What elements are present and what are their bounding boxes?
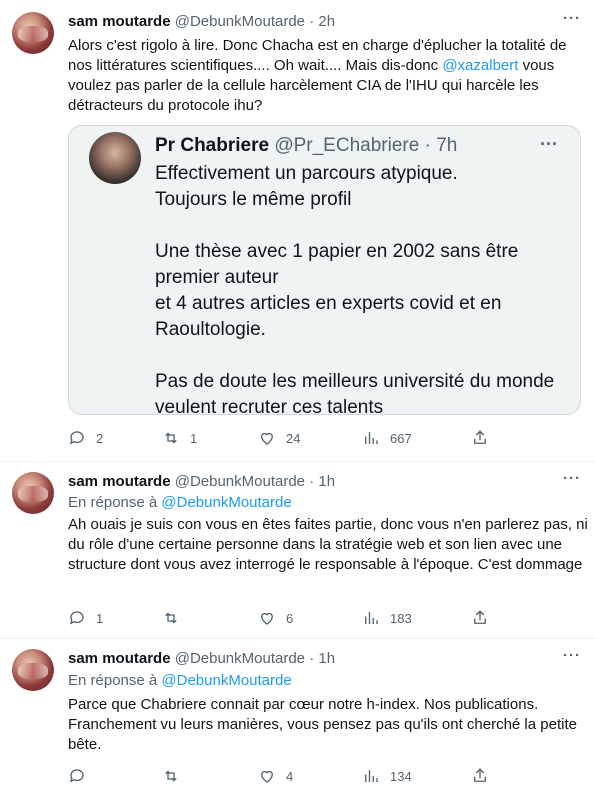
author-name[interactable]: sam moutarde xyxy=(68,13,171,30)
like-button[interactable]: 6 xyxy=(258,608,293,628)
separator-dot: · xyxy=(309,13,315,30)
quoted-line xyxy=(155,213,575,239)
like-button[interactable]: 24 xyxy=(258,428,300,448)
retweet-button[interactable]: 1 xyxy=(162,428,197,448)
more-options-icon[interactable]: ··· xyxy=(563,10,581,27)
reply-prefix: En réponse à xyxy=(68,672,158,689)
author-name[interactable]: sam moutarde xyxy=(68,473,171,490)
share-icon xyxy=(474,610,486,624)
share-icon xyxy=(474,430,486,444)
reply-context: En réponse à @DebunkMoutarde xyxy=(68,671,292,691)
reply-to-link[interactable]: @DebunkMoutarde xyxy=(161,672,291,689)
views-icon xyxy=(365,770,378,782)
separator-dot: · xyxy=(424,135,431,156)
separator-dot: · xyxy=(309,473,315,490)
views-icon xyxy=(365,432,378,444)
retweet-button[interactable] xyxy=(162,608,190,628)
timestamp[interactable]: 1h xyxy=(318,650,335,667)
quoted-line: Toujours le même profil xyxy=(155,189,352,210)
reply-button[interactable]: 1 xyxy=(68,608,103,628)
reply-button[interactable] xyxy=(68,766,96,786)
reply-icon xyxy=(69,769,84,783)
author-handle[interactable]: @DebunkMoutarde xyxy=(175,13,305,30)
quoted-line: et 4 autres articles en experts covid et… xyxy=(155,293,502,340)
share-button[interactable] xyxy=(471,608,489,628)
tweet-3[interactable]: sam moutarde @DebunkMoutarde · 1h ··· En… xyxy=(0,639,595,798)
quoted-line: Une thèse avec 1 papier en 2002 sans êtr… xyxy=(155,241,519,288)
quoted-author-handle[interactable]: @Pr_EChabriere xyxy=(274,135,419,156)
tweet-header: sam moutarde @DebunkMoutarde · 1h xyxy=(68,649,335,669)
tweet-1[interactable]: sam moutarde @DebunkMoutarde · 2h ··· Al… xyxy=(0,0,595,460)
avatar[interactable] xyxy=(12,649,54,691)
reply-button[interactable]: 2 xyxy=(68,428,103,448)
views-count: 134 xyxy=(390,768,412,784)
reply-to-link[interactable]: @DebunkMoutarde xyxy=(161,494,291,511)
separator-dot: · xyxy=(309,650,315,667)
author-handle[interactable]: @DebunkMoutarde xyxy=(175,473,305,490)
more-options-icon[interactable]: ··· xyxy=(563,647,581,664)
reply-count: 1 xyxy=(96,610,104,626)
quoted-line: Pas de doute les meilleurs université du… xyxy=(155,371,555,418)
views-count: 183 xyxy=(390,610,412,626)
avatar[interactable] xyxy=(12,12,54,54)
like-icon xyxy=(261,432,273,445)
action-bar: 4 134 xyxy=(68,766,498,786)
quoted-text: Effectivement un parcours atypique. Touj… xyxy=(155,161,575,421)
views-button[interactable]: 183 xyxy=(362,608,412,628)
reply-icon xyxy=(69,611,84,625)
like-count: 24 xyxy=(286,430,301,446)
more-options-icon[interactable]: ··· xyxy=(563,470,581,487)
action-bar: 2 1 24 667 xyxy=(68,428,498,448)
views-icon xyxy=(365,612,378,624)
reply-prefix: En réponse à xyxy=(68,494,158,511)
timestamp[interactable]: 1h xyxy=(318,473,335,490)
reply-icon xyxy=(69,431,84,445)
action-bar: 1 6 183 xyxy=(68,608,498,628)
share-button[interactable] xyxy=(471,766,489,786)
like-button[interactable]: 4 xyxy=(258,766,293,786)
reply-count: 2 xyxy=(96,430,104,446)
share-button[interactable] xyxy=(471,428,489,448)
like-icon xyxy=(261,612,273,625)
quoted-timestamp[interactable]: 7h xyxy=(436,135,457,156)
mention-link[interactable]: @xazalbert xyxy=(442,57,518,74)
retweet-icon xyxy=(165,770,177,782)
quoted-header: Pr Chabriere @Pr_EChabriere · 7h xyxy=(155,134,457,158)
tweet-text: Alors c'est rigolo à lire. Donc Chacha e… xyxy=(68,36,588,116)
author-handle[interactable]: @DebunkMoutarde xyxy=(175,650,305,667)
views-count: 667 xyxy=(390,430,412,446)
tweet-2[interactable]: sam moutarde @DebunkMoutarde · 1h ··· En… xyxy=(0,462,595,638)
like-count: 6 xyxy=(286,610,294,626)
views-button[interactable]: 667 xyxy=(362,428,412,448)
reply-context: En réponse à @DebunkMoutarde xyxy=(68,493,292,513)
timestamp[interactable]: 2h xyxy=(318,13,335,30)
tweet-text: Ah ouais je suis con vous en êtes faites… xyxy=(68,516,588,573)
views-button[interactable]: 134 xyxy=(362,766,412,786)
quoted-author-name[interactable]: Pr Chabriere xyxy=(155,135,269,156)
share-icon xyxy=(474,768,486,782)
quoted-line: Effectivement un parcours atypique. xyxy=(155,163,458,184)
tweet-header: sam moutarde @DebunkMoutarde · 2h xyxy=(68,12,335,32)
retweet-icon xyxy=(165,432,177,444)
like-icon xyxy=(261,770,273,783)
tweet-header: sam moutarde @DebunkMoutarde · 1h xyxy=(68,472,335,492)
quoted-tweet[interactable]: Pr Chabriere @Pr_EChabriere · 7h ··· Eff… xyxy=(68,125,581,418)
retweet-button[interactable] xyxy=(162,766,190,786)
quoted-avatar[interactable] xyxy=(89,132,141,184)
quoted-more-options-icon[interactable]: ··· xyxy=(540,134,558,155)
quoted-line xyxy=(155,343,575,369)
author-name[interactable]: sam moutarde xyxy=(68,650,171,667)
avatar[interactable] xyxy=(12,472,54,514)
like-count: 4 xyxy=(286,768,294,784)
retweet-count: 1 xyxy=(190,430,198,446)
tweet-text: Parce que Chabriere connait par cœur not… xyxy=(68,696,577,753)
retweet-icon xyxy=(165,612,177,624)
